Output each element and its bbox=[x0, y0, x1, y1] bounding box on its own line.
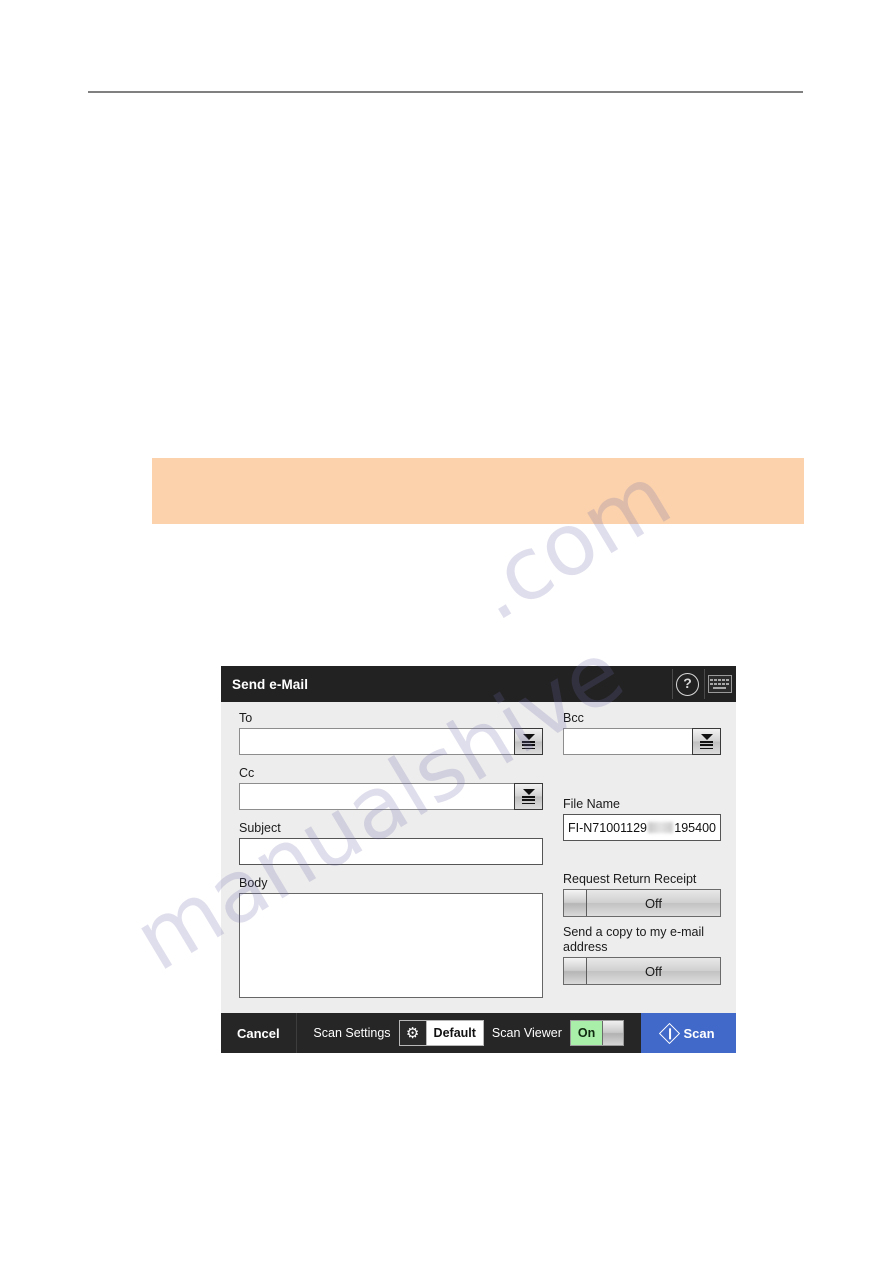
dialog-form: To Cc Subject Body Bcc File Name FI-N710… bbox=[221, 702, 736, 1013]
scan-settings-label: Scan Settings bbox=[313, 1026, 391, 1040]
file-name-prefix: FI-N71001129 bbox=[568, 820, 647, 835]
watermark-overlay: manualshive .com bbox=[0, 0, 893, 1263]
cancel-button[interactable]: Cancel bbox=[221, 1013, 297, 1053]
to-address-book-icon[interactable] bbox=[514, 728, 543, 755]
scan-settings-value[interactable]: Default bbox=[426, 1021, 483, 1045]
help-glyph: ? bbox=[676, 672, 699, 696]
send-copy-toggle-handle bbox=[564, 958, 587, 984]
keyboard-glyph bbox=[707, 675, 732, 693]
scan-viewer-toggle[interactable]: On bbox=[569, 1020, 625, 1046]
gear-glyph: ⚙ bbox=[405, 1024, 420, 1042]
dialog-titlebar: Send e-Mail ? bbox=[221, 666, 736, 702]
dialog-footer: Cancel Scan Settings ⚙ Default Scan View… bbox=[221, 1013, 736, 1053]
keyboard-icon[interactable] bbox=[704, 669, 734, 699]
gear-icon[interactable]: ⚙ bbox=[399, 1021, 427, 1045]
scan-viewer-state: On bbox=[570, 1021, 603, 1045]
footer-center-group: Scan Settings ⚙ Default Scan Viewer On bbox=[297, 1013, 641, 1053]
file-name-redacted bbox=[648, 822, 674, 833]
scan-settings-control[interactable]: ⚙ Default bbox=[398, 1020, 484, 1046]
send-copy-toggle[interactable]: Off bbox=[563, 957, 721, 985]
subject-input[interactable] bbox=[239, 838, 543, 865]
scan-diamond-icon bbox=[659, 1022, 681, 1044]
page-horizontal-rule bbox=[88, 91, 803, 93]
scan-button[interactable]: Scan bbox=[641, 1013, 736, 1053]
help-icon[interactable]: ? bbox=[672, 669, 702, 699]
note-banner bbox=[152, 458, 804, 524]
body-label: Body bbox=[239, 876, 268, 890]
file-name-label: File Name bbox=[563, 797, 620, 811]
file-name-input[interactable]: FI-N71001129 195400 bbox=[563, 814, 721, 841]
scan-button-label: Scan bbox=[683, 1025, 715, 1041]
send-copy-toggle-state: Off bbox=[644, 963, 663, 979]
titlebar-icon-group: ? bbox=[672, 666, 736, 702]
cc-label: Cc bbox=[239, 766, 255, 780]
subject-label: Subject bbox=[239, 821, 281, 835]
cc-field-row bbox=[239, 783, 543, 810]
return-receipt-toggle-handle bbox=[564, 890, 587, 916]
return-receipt-toggle-state: Off bbox=[644, 895, 663, 911]
form-left-column: To Cc Subject Body bbox=[239, 711, 543, 998]
bcc-address-book-icon[interactable] bbox=[692, 728, 721, 755]
form-right-column: Bcc File Name FI-N71001129 195400 Request… bbox=[563, 711, 721, 985]
return-receipt-label: Request Return Receipt bbox=[563, 872, 697, 886]
cc-address-book-icon[interactable] bbox=[514, 783, 543, 810]
bcc-field-row bbox=[563, 728, 721, 755]
to-label: To bbox=[239, 711, 253, 725]
bcc-input[interactable] bbox=[563, 728, 692, 755]
bcc-label: Bcc bbox=[563, 711, 584, 725]
send-email-dialog: Send e-Mail ? To Cc Subject Body Bcc Fil… bbox=[221, 666, 736, 1053]
scan-viewer-toggle-handle bbox=[602, 1021, 624, 1045]
to-field-row bbox=[239, 728, 543, 755]
body-input[interactable] bbox=[239, 893, 543, 998]
file-name-suffix: 195400 bbox=[674, 820, 716, 835]
return-receipt-toggle[interactable]: Off bbox=[563, 889, 721, 917]
cc-input[interactable] bbox=[239, 783, 514, 810]
dialog-title: Send e-Mail bbox=[232, 676, 309, 692]
scan-viewer-label: Scan Viewer bbox=[491, 1026, 562, 1040]
send-copy-label: Send a copy to my e-mail address bbox=[563, 925, 705, 954]
to-input[interactable] bbox=[239, 728, 514, 755]
